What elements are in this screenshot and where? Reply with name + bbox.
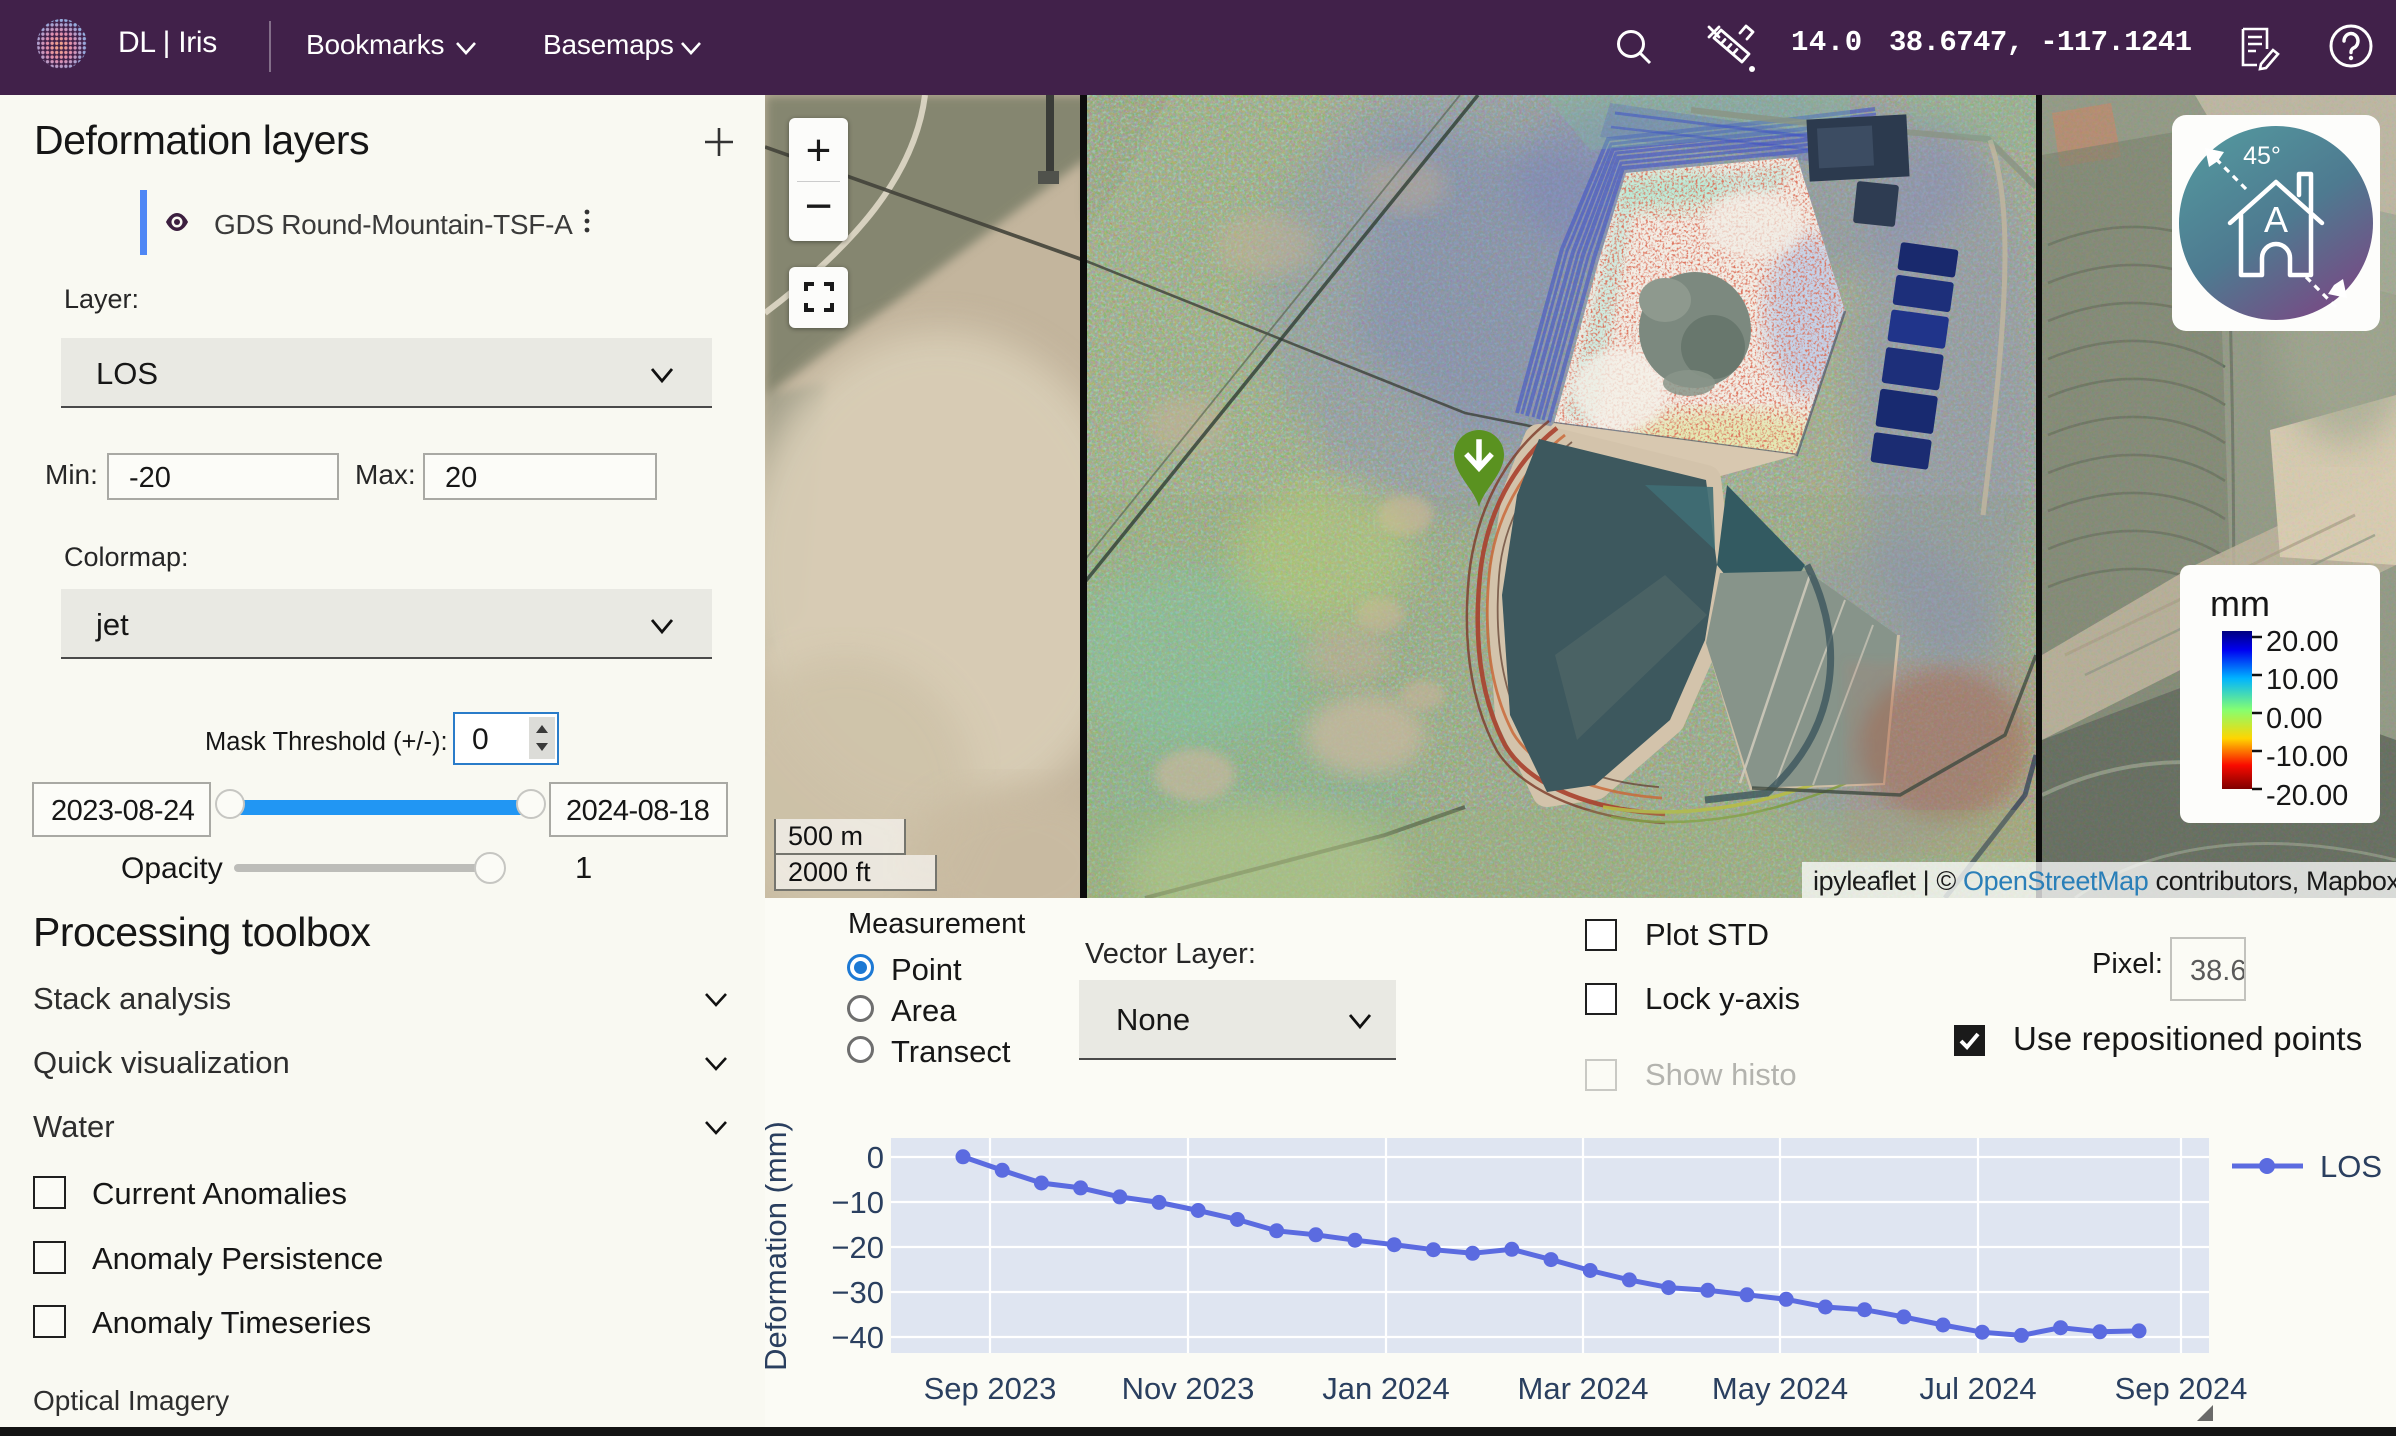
svg-text:LOS: LOS	[2320, 1149, 2382, 1184]
svg-text:A: A	[2264, 199, 2288, 240]
svg-text:−20: −20	[831, 1230, 884, 1265]
svg-text:−10: −10	[831, 1185, 884, 1220]
svg-text:−30: −30	[831, 1275, 884, 1310]
svg-text:0: 0	[867, 1140, 884, 1175]
svg-text:Jan 2024: Jan 2024	[1322, 1371, 1450, 1406]
svg-text:Nov 2023: Nov 2023	[1122, 1371, 1255, 1406]
svg-text:May 2024: May 2024	[1712, 1371, 1848, 1406]
svg-text:Deformation (mm): Deformation (mm)	[765, 1121, 793, 1371]
svg-text:45°: 45°	[2243, 142, 2281, 170]
svg-text:−40: −40	[831, 1320, 884, 1355]
svg-text:Sep 2024: Sep 2024	[2115, 1371, 2248, 1406]
svg-text:Jul 2024: Jul 2024	[1919, 1371, 2036, 1406]
svg-text:Sep 2023: Sep 2023	[924, 1371, 1057, 1406]
svg-text:Mar 2024: Mar 2024	[1518, 1371, 1649, 1406]
